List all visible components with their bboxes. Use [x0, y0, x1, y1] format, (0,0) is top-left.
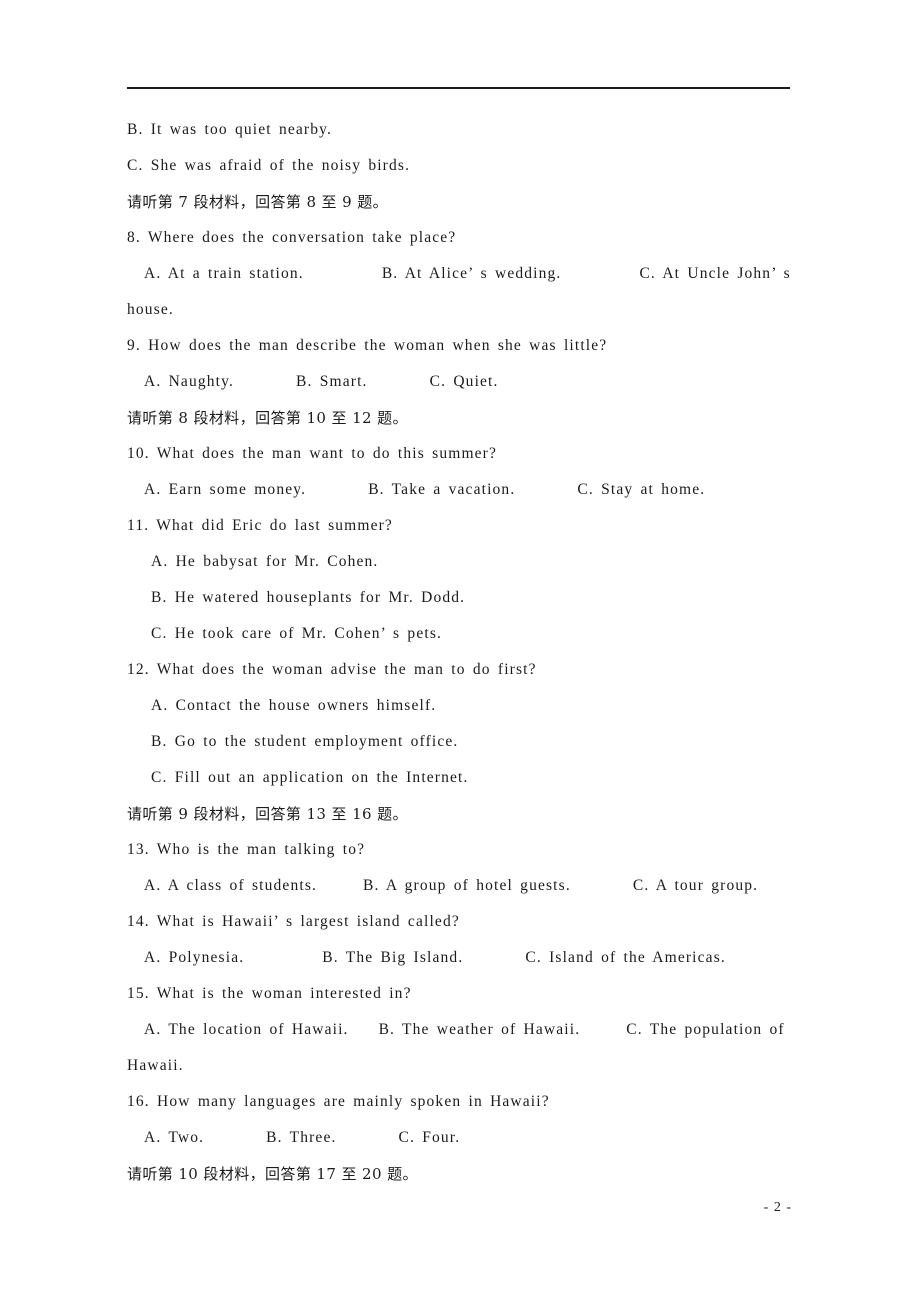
option-b[interactable]: B. Smart.	[296, 364, 368, 400]
option-a[interactable]: A. A class of students.	[144, 868, 317, 904]
option-a[interactable]: A. Earn some money.	[144, 472, 306, 508]
question-line: 10. What does the man want to do this su…	[127, 445, 498, 462]
option-a[interactable]: A. Two.	[144, 1120, 204, 1156]
answer-option-row: A. Two. B. Three. C. Four.	[127, 1120, 792, 1156]
option-b[interactable]: B. The Big Island.	[322, 940, 463, 976]
option-c[interactable]: C. A tour group.	[633, 868, 758, 904]
question-line: A. He babysat for Mr. Cohen.	[151, 553, 379, 570]
option-c[interactable]: C. Four.	[399, 1120, 461, 1156]
exam-paper-page: B. It was too quiet nearby. C. She was af…	[0, 0, 920, 1302]
section-instruction-line: 请听第 8 段材料，回答第 10 至 12 题。	[127, 409, 408, 427]
question-line: 16. How many languages are mainly spoken…	[127, 1093, 550, 1110]
question-line: 8. Where does the conversation take plac…	[127, 229, 457, 246]
question-line: B. He watered houseplants for Mr. Dodd.	[151, 589, 466, 606]
option-c[interactable]: C. Island of the Americas.	[525, 940, 726, 976]
page-number: - 2 -	[763, 1200, 792, 1215]
question-line: B. It was too quiet nearby.	[127, 121, 333, 138]
section-instruction-line: 请听第 9 段材料，回答第 13 至 16 题。	[127, 805, 408, 823]
question-line: 12. What does the woman advise the man t…	[127, 661, 537, 678]
option-a[interactable]: A. Naughty.	[144, 364, 234, 400]
answer-option-row: A. Naughty. B. Smart. C. Quiet.	[127, 364, 792, 400]
section-instruction-line: 请听第 10 段材料，回答第 17 至 20 题。	[127, 1165, 418, 1183]
answer-option-row: A. Earn some money. B. Take a vacation. C.…	[127, 472, 792, 508]
question-line: Hawaii.	[127, 1057, 184, 1074]
section-instruction-line: 请听第 7 段材料，回答第 8 至 9 题。	[127, 193, 389, 211]
question-line: 9. How does the man describe the woman w…	[127, 337, 608, 354]
option-a[interactable]: A. The location of Hawaii.	[144, 1012, 349, 1048]
answer-option-row: A. The location of Hawaii. B. The weather…	[127, 1012, 792, 1048]
option-c[interactable]: C. Quiet.	[430, 364, 499, 400]
header-rule	[127, 87, 790, 89]
question-line: 11. What did Eric do last summer?	[127, 517, 393, 534]
question-line: A. Contact the house owners himself.	[151, 697, 437, 714]
option-b[interactable]: B. A group of hotel guests.	[363, 868, 571, 904]
question-line: house.	[127, 301, 174, 318]
question-line: 13. Who is the man talking to?	[127, 841, 366, 858]
question-line: 15. What is the woman interested in?	[127, 985, 412, 1002]
option-b[interactable]: B. Three.	[266, 1120, 336, 1156]
option-c[interactable]: C. The population of	[626, 1012, 784, 1048]
question-line: 14. What is Hawaii’ s largest island cal…	[127, 913, 460, 930]
option-b[interactable]: B. The weather of Hawaii.	[379, 1012, 581, 1048]
question-content-column: B. It was too quiet nearby. C. She was af…	[127, 112, 792, 1192]
question-line: C. Fill out an application on the Intern…	[151, 769, 469, 786]
answer-option-row: A. A class of students. B. A group of hot…	[127, 868, 792, 904]
question-line: C. She was afraid of the noisy birds.	[127, 157, 411, 174]
option-c[interactable]: C. At Uncle John’ s	[639, 256, 790, 292]
question-line: C. He took care of Mr. Cohen’ s pets.	[151, 625, 443, 642]
option-b[interactable]: B. Take a vacation.	[368, 472, 515, 508]
option-a[interactable]: A. At a train station.	[144, 256, 304, 292]
option-c[interactable]: C. Stay at home.	[577, 472, 705, 508]
answer-option-row: A. At a train station. B. At Alice’ s wed…	[127, 256, 792, 292]
answer-option-row: A. Polynesia. B. The Big Island. C. Island…	[127, 940, 792, 976]
option-a[interactable]: A. Polynesia.	[144, 940, 244, 976]
option-b[interactable]: B. At Alice’ s wedding.	[382, 256, 562, 292]
question-line: B. Go to the student employment office.	[151, 733, 459, 750]
